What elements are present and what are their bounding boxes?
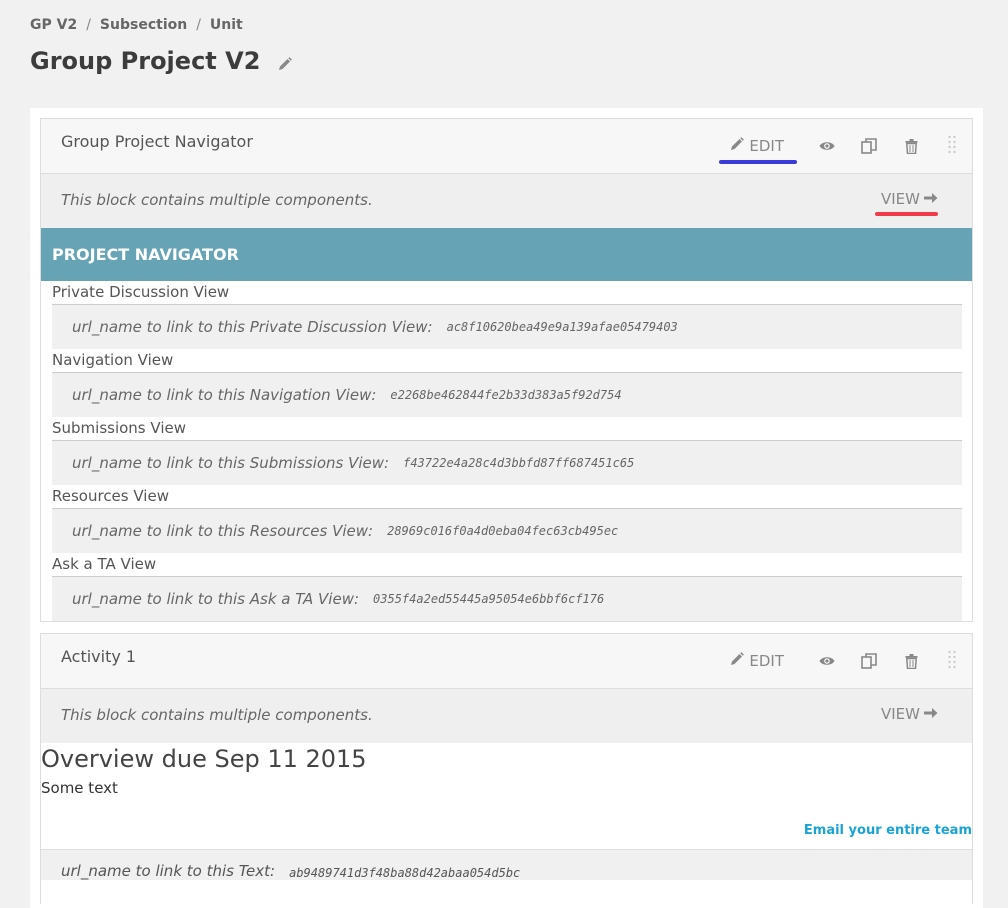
pencil-icon: [730, 137, 749, 155]
trash-icon[interactable]: [890, 653, 932, 669]
trash-icon[interactable]: [890, 138, 932, 154]
drag-handle-icon[interactable]: [932, 650, 972, 672]
list-item: Ask a TA View url_name to link to this A…: [52, 553, 962, 621]
view-label: Submissions View: [52, 417, 962, 441]
multiple-components-message: This block contains multiple components.: [61, 706, 373, 724]
view-label: Navigation View: [52, 349, 962, 373]
block-actions: EDIT: [730, 650, 972, 672]
arrow-right-icon: [920, 705, 938, 723]
eye-icon[interactable]: [806, 655, 848, 667]
unit-content: Group Project Navigator EDIT This block …: [30, 108, 983, 908]
duplicate-icon[interactable]: [848, 138, 890, 154]
block-title: Activity 1: [61, 647, 137, 666]
url-name-row: url_name to link to this Ask a TA View: …: [52, 577, 962, 621]
email-team-link[interactable]: Email your entire team: [804, 823, 972, 838]
page-title: Group Project V2: [30, 45, 293, 77]
block-note: This block contains multiple components.…: [41, 174, 972, 228]
breadcrumb-item-course[interactable]: GP V2: [30, 17, 77, 33]
navigator-views-list: Private Discussion View url_name to link…: [41, 281, 972, 621]
url-name-code: e2268be462844fe2b33d383a5f92d754: [390, 388, 622, 402]
view-button[interactable]: VIEW: [881, 705, 938, 723]
overview-title: Overview due Sep 11 2015: [41, 745, 367, 773]
url-name-label: url_name to link to this Navigation View…: [72, 386, 377, 404]
breadcrumb-item-subsection[interactable]: Subsection: [100, 17, 187, 33]
url-name-label: url_name to link to this Private Discuss…: [72, 318, 433, 336]
duplicate-icon[interactable]: [848, 653, 890, 669]
url-name-row: url_name to link to this Resources View:…: [52, 509, 962, 553]
breadcrumb: GP V2 / Subsection / Unit: [30, 17, 243, 33]
highlight-underline: [719, 160, 798, 164]
block-header: Activity 1 EDIT: [41, 634, 972, 689]
drag-handle-icon[interactable]: [932, 135, 972, 157]
url-name-label: url_name to link to this Ask a TA View:: [72, 590, 360, 608]
group-project-navigator-block: Group Project Navigator EDIT This block …: [40, 118, 973, 622]
url-name-code: ac8f10620bea49e9a139afae05479403: [446, 320, 678, 334]
page-title-text: Group Project V2: [30, 47, 261, 75]
pencil-icon: [730, 652, 749, 670]
url-name-row: url_name to link to this Navigation View…: [52, 373, 962, 417]
view-label: Resources View: [52, 485, 962, 509]
url-name-row: url_name to link to this Private Discuss…: [52, 305, 962, 349]
edit-label: EDIT: [749, 652, 784, 670]
breadcrumb-item-unit: Unit: [209, 17, 243, 33]
view-label: VIEW: [881, 705, 920, 723]
eye-icon[interactable]: [806, 140, 848, 152]
view-label: VIEW: [881, 190, 920, 208]
view-button[interactable]: VIEW: [875, 190, 938, 216]
url-name-row: url_name to link to this Submissions Vie…: [52, 441, 962, 485]
edit-label: EDIT: [749, 137, 784, 155]
project-navigator-header: PROJECT NAVIGATOR: [41, 228, 972, 281]
breadcrumb-separator: /: [86, 17, 91, 33]
url-name-code: 0355f4a2ed55445a95054e6bbf6cf176: [373, 592, 605, 606]
block-note: This block contains multiple components.…: [41, 689, 972, 743]
list-item: Submissions View url_name to link to thi…: [52, 417, 962, 485]
url-name-label: url_name to link to this Submissions Vie…: [72, 454, 390, 472]
view-label: Ask a TA View: [52, 553, 962, 577]
overview-section: Overview due Sep 11 2015 Some text Email…: [41, 743, 972, 849]
view-label: Private Discussion View: [52, 281, 962, 305]
url-name-code: f43722e4a28c4d3bbfd87ff687451c65: [403, 456, 635, 470]
block-title: Group Project Navigator: [61, 132, 253, 151]
overview-text: Some text: [41, 779, 118, 797]
list-item: Navigation View url_name to link to this…: [52, 349, 962, 417]
pencil-icon[interactable]: [278, 49, 293, 77]
activity-block: Activity 1 EDIT This block contains mult…: [40, 633, 973, 904]
url-name-label: url_name to link to this Text:: [61, 862, 276, 880]
highlight-underline: [875, 212, 938, 216]
list-item: Private Discussion View url_name to link…: [52, 281, 962, 349]
block-header: Group Project Navigator EDIT: [41, 119, 972, 174]
url-name-label: url_name to link to this Resources View:: [72, 522, 374, 540]
arrow-right-icon: [920, 190, 938, 208]
edit-button[interactable]: EDIT: [730, 652, 784, 670]
url-name-code: 28969c016f0a4d0eba04fec63cb495ec: [387, 524, 619, 538]
list-item: Resources View url_name to link to this …: [52, 485, 962, 553]
edit-button[interactable]: EDIT: [719, 137, 798, 164]
url-name-code: ab9489741d3f48ba88d42abaa054d5bc: [289, 866, 521, 880]
breadcrumb-separator: /: [196, 17, 201, 33]
url-name-row: url_name to link to this Text: ab9489741…: [41, 849, 972, 880]
block-actions: EDIT: [719, 135, 972, 164]
multiple-components-message: This block contains multiple components.: [61, 191, 373, 209]
